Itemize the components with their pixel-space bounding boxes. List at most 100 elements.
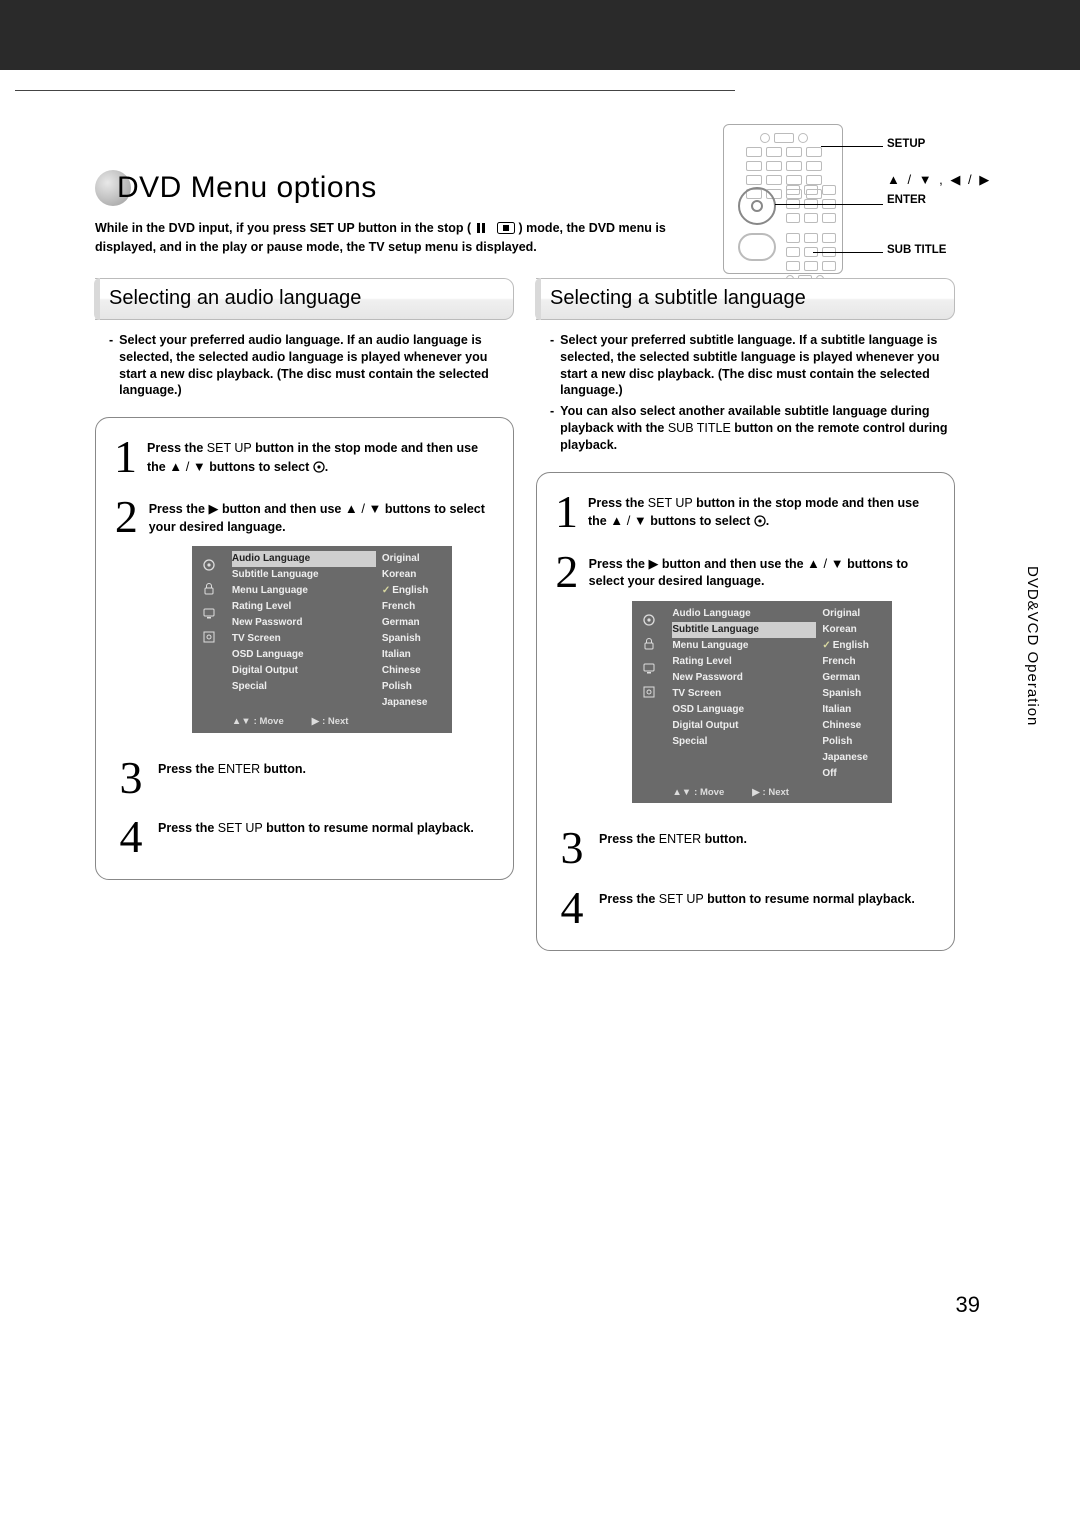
audio-step1: Press the SET UP button in the stop mode… (147, 436, 495, 478)
callout-subtitle: SUB TITLE (887, 244, 946, 256)
step-number: 1 (114, 436, 137, 478)
top-rule (15, 90, 735, 91)
stop-icon (497, 222, 515, 239)
osd-menu-item: New Password (232, 615, 376, 631)
osd-value-item: Polish (822, 734, 884, 750)
osd-footer-next: ▶: Next (752, 786, 789, 799)
audio-desc: -Select your preferred audio language. I… (95, 332, 514, 400)
osd-menu-item: Digital Output (232, 663, 376, 679)
osd-value-item: Italian (382, 647, 444, 663)
pause-icon (475, 222, 487, 239)
osd-menu-item: Special (232, 679, 376, 695)
intro-a: While in the DVD input, if you press (95, 221, 310, 235)
osd-value-item: German (822, 670, 884, 686)
step-number: 3 (555, 827, 589, 868)
osd-value-item: Polish (382, 679, 444, 695)
osd-menu-item: Digital Output (672, 718, 816, 734)
osd-value-item: Japanese (822, 750, 884, 766)
osd-value-item: Off (822, 766, 884, 782)
subtitle-steps: 1 Press the SET UP button in the stop mo… (536, 472, 955, 951)
osd-menu-item: Menu Language (232, 583, 376, 599)
step-number: 4 (555, 887, 589, 928)
osd-footer-move: ▲▼: Move (232, 715, 284, 728)
audio-desc-dash: - (109, 332, 113, 400)
osd-menu-item: Special (672, 734, 816, 750)
page-title: DVD Menu options (117, 171, 377, 205)
osd-section-icon (201, 581, 217, 597)
osd-footer-next: ▶: Next (312, 715, 349, 728)
osd-value-item: ✓English (822, 638, 884, 654)
osd-menu-item: TV Screen (232, 631, 376, 647)
callout-arrows: ▲ / ▼ , ◀ / ▶ (887, 172, 991, 188)
top-dark-bar (0, 0, 1080, 70)
osd-value-item: French (822, 654, 884, 670)
disc-icon (754, 515, 766, 533)
subtitle-column: Selecting a subtitle language -Select yo… (536, 278, 955, 951)
sub-desc-dash: - (550, 332, 554, 400)
osd-value-item: Japanese (382, 695, 444, 711)
intro-setup: SET UP (310, 221, 355, 235)
osd-value-item: German (382, 615, 444, 631)
osd-menu-item: Audio Language (672, 606, 816, 622)
sub-step3: Press the ENTER button. (599, 827, 747, 868)
sub-desc1: Select your preferred subtitle language.… (560, 332, 949, 400)
osd-value-item: Chinese (382, 663, 444, 679)
osd-section-icon (201, 629, 217, 645)
step-number: 2 (114, 496, 139, 738)
osd-menu-item: Subtitle Language (232, 567, 376, 583)
audio-heading-text: Selecting an audio language (95, 287, 361, 310)
remote-callout: SETUP ▲ / ▼ , ◀ / ▶ ENTER SUB TITLE (723, 124, 1043, 274)
audio-column: Selecting an audio language -Select your… (95, 278, 514, 951)
osd-menu-item: Menu Language (672, 638, 816, 654)
osd-menu-item: Audio Language (232, 551, 376, 567)
page-number: 39 (956, 1292, 980, 1318)
callout-setup: SETUP (887, 138, 925, 150)
osd-section-icon (201, 557, 217, 573)
osd-section-icon (641, 684, 657, 700)
audio-osd: Audio LanguageSubtitle LanguageMenu Lang… (192, 546, 452, 732)
subtitle-heading-text: Selecting a subtitle language (536, 287, 806, 310)
osd-value-item: Spanish (822, 686, 884, 702)
osd-menu-item: Rating Level (672, 654, 816, 670)
audio-step3: Press the ENTER button. (158, 757, 306, 798)
intro-b: button in the stop ( (355, 221, 472, 235)
osd-menu-item: Rating Level (232, 599, 376, 615)
sub-desc-dash2: - (550, 403, 554, 454)
osd-value-item: Original (822, 606, 884, 622)
page-content: SETUP ▲ / ▼ , ◀ / ▶ ENTER SUB TITLE DVD … (95, 170, 955, 951)
osd-menu-item: Subtitle Language (672, 622, 816, 638)
step-number: 3 (114, 757, 148, 798)
audio-step4: Press the SET UP button to resume normal… (158, 816, 474, 857)
sub-desc2: You can also select another available su… (560, 403, 949, 454)
sub-step2: Press the ▶ button and then use the ▲ / … (589, 551, 936, 809)
subtitle-desc: -Select your preferred subtitle language… (536, 332, 955, 454)
osd-value-item: French (382, 599, 444, 615)
osd-footer-move: ▲▼: Move (672, 786, 724, 799)
osd-menu-item: New Password (672, 670, 816, 686)
osd-value-item: Spanish (382, 631, 444, 647)
osd-section-icon (641, 612, 657, 628)
osd-section-icon (641, 636, 657, 652)
intro-text: While in the DVD input, if you press SET… (95, 220, 675, 256)
osd-menu-item: OSD Language (672, 702, 816, 718)
audio-steps: 1 Press the SET UP button in the stop mo… (95, 417, 514, 880)
sub-step4: Press the SET UP button to resume normal… (599, 887, 915, 928)
sub-step1: Press the SET UP button in the stop mode… (588, 491, 936, 533)
osd-value-item: ✓English (382, 583, 444, 599)
osd-section-icon (201, 605, 217, 621)
osd-value-item: Korean (382, 567, 444, 583)
audio-desc-text: Select your preferred audio language. If… (119, 332, 508, 400)
audio-step2: Press the ▶ button and then use ▲ / ▼ bu… (149, 496, 495, 738)
osd-value-item: Original (382, 551, 444, 567)
osd-menu-item: OSD Language (232, 647, 376, 663)
callout-enter: ENTER (887, 194, 926, 206)
osd-value-item: Chinese (822, 718, 884, 734)
osd-value-item: Italian (822, 702, 884, 718)
subtitle-osd: Audio LanguageSubtitle LanguageMenu Lang… (632, 601, 892, 803)
osd-section-icon (641, 660, 657, 676)
step-number: 4 (114, 816, 148, 857)
step-number: 1 (555, 491, 578, 533)
subtitle-heading: Selecting a subtitle language (536, 278, 955, 320)
audio-heading: Selecting an audio language (95, 278, 514, 320)
osd-value-item: Korean (822, 622, 884, 638)
